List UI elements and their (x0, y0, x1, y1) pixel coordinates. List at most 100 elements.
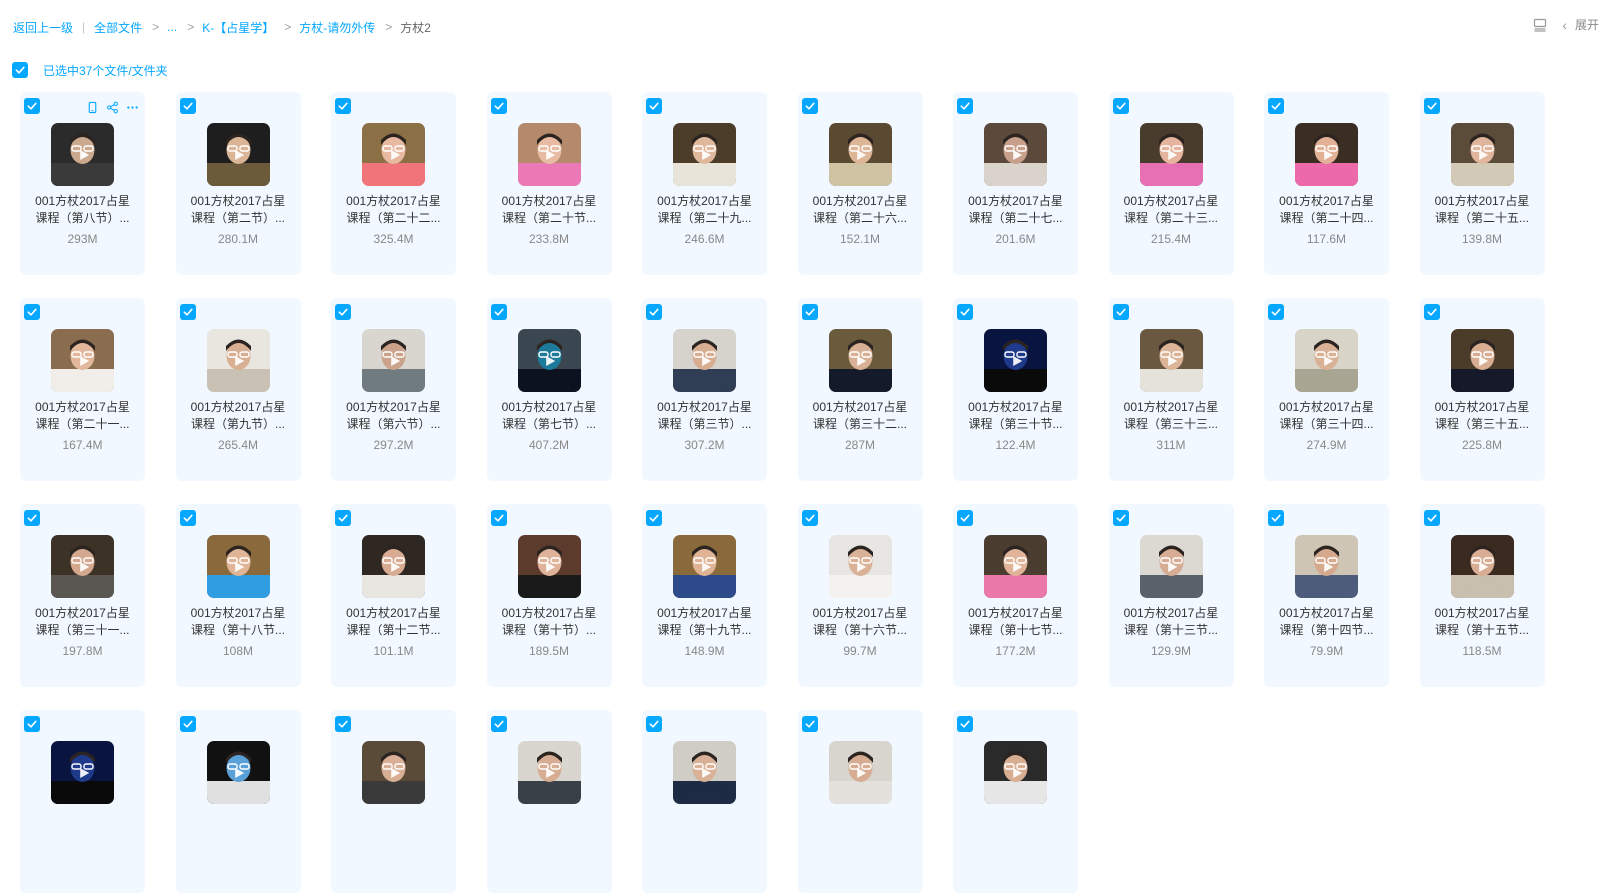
file-card[interactable]: 001方杖2017占星 课程（第二节）... 280.1M (175, 92, 301, 275)
file-card[interactable]: 001方杖2017占星 课程（第二十节... 233.8M (486, 92, 612, 275)
file-card[interactable]: 001方杖2017占星 课程（第三十四... 274.9M (1264, 298, 1389, 481)
file-card[interactable]: 001方杖2017占星 课程（第三十五... 225.8M (1419, 298, 1545, 481)
file-checkbox[interactable] (490, 510, 507, 526)
file-checkbox[interactable] (490, 98, 507, 114)
file-checkbox[interactable] (179, 304, 196, 320)
file-checkbox[interactable] (957, 716, 973, 732)
file-card[interactable] (642, 710, 767, 893)
file-card[interactable]: 001方杖2017占星 课程（第十节）... 189.5M (486, 504, 612, 687)
file-card[interactable]: 001方杖2017占星 课程（第十九节... 148.9M (642, 504, 767, 687)
breadcrumb-all-files[interactable]: 全部文件 (94, 19, 142, 36)
file-card[interactable]: 001方杖2017占星 课程（第七节）... 407.2M (486, 298, 612, 481)
file-card[interactable]: 001方杖2017占星 课程（第二十七... 201.6M (953, 92, 1078, 275)
file-card[interactable]: 001方杖2017占星 课程（第十六节... 99.7M (797, 504, 923, 687)
file-card[interactable]: 001方杖2017占星 课程（第三十二... 287M (797, 298, 923, 481)
file-name-line: 001方杖2017占星 (1123, 400, 1219, 414)
file-checkbox[interactable] (490, 716, 507, 732)
check-icon (27, 514, 37, 522)
expand-button[interactable]: ‹ 展开 (1562, 16, 1599, 33)
file-checkbox[interactable] (801, 716, 818, 732)
file-card[interactable] (331, 710, 456, 893)
file-card[interactable]: 001方杖2017占星 课程（第二十二... 325.4M (331, 92, 456, 275)
file-checkbox[interactable] (24, 304, 40, 320)
file-size: 311M (1156, 438, 1186, 452)
file-card[interactable]: 001方杖2017占星 课程（第二十九... 246.6M (642, 92, 767, 275)
more-icon[interactable] (125, 100, 139, 114)
file-card[interactable]: 001方杖2017占星 课程（第十八节... 108M (175, 504, 301, 687)
file-card[interactable] (175, 710, 301, 893)
file-size: 215.4M (1150, 232, 1192, 246)
file-checkbox[interactable] (957, 98, 973, 114)
file-checkbox[interactable] (646, 98, 662, 114)
file-checkbox[interactable] (1268, 510, 1284, 526)
breadcrumb-astrology[interactable]: K-【占星学】 (202, 19, 274, 36)
file-card[interactable]: 001方杖2017占星 课程（第二十三... 215.4M (1108, 92, 1234, 275)
video-thumbnail (1450, 123, 1514, 186)
file-checkbox[interactable] (1423, 510, 1440, 526)
play-icon (701, 561, 711, 572)
file-checkbox[interactable] (646, 304, 662, 320)
file-card[interactable]: 001方杖2017占星 课程（第十四节... 79.9M (1264, 504, 1389, 687)
file-card[interactable]: 001方杖2017占星 课程（第十五节... 118.5M (1419, 504, 1545, 687)
video-thumbnail (984, 741, 1047, 804)
phone-icon[interactable] (85, 100, 99, 114)
video-thumbnail (984, 123, 1047, 186)
file-checkbox[interactable] (1112, 510, 1129, 526)
file-card[interactable] (20, 710, 145, 893)
file-card[interactable] (486, 710, 612, 893)
file-checkbox[interactable] (24, 98, 40, 114)
file-checkbox[interactable] (179, 716, 196, 732)
file-card[interactable]: 001方杖2017占星 课程（第十二节... 101.1M (331, 504, 456, 687)
file-checkbox[interactable] (1268, 304, 1284, 320)
file-card[interactable]: 001方杖2017占星 课程（第十七节... 177.2M (953, 504, 1078, 687)
file-checkbox[interactable] (957, 304, 973, 320)
file-card[interactable]: 001方杖2017占星 课程（第八节）... 293M (20, 92, 145, 275)
file-checkbox[interactable] (957, 510, 973, 526)
file-checkbox[interactable] (1423, 98, 1440, 114)
file-card[interactable]: 001方杖2017占星 课程（第三十节... 122.4M (953, 298, 1078, 481)
check-icon (1427, 308, 1437, 316)
play-icon (1479, 355, 1489, 366)
file-card[interactable] (797, 710, 923, 893)
play-icon (546, 355, 556, 366)
file-checkbox[interactable] (24, 716, 40, 732)
file-card[interactable]: 001方杖2017占星 课程（第三十一... 197.8M (20, 504, 145, 687)
file-checkbox[interactable] (646, 510, 662, 526)
file-card[interactable]: 001方杖2017占星 课程（第十三节... 129.9M (1108, 504, 1234, 687)
file-checkbox[interactable] (179, 98, 196, 114)
file-checkbox[interactable] (335, 510, 351, 526)
file-checkbox[interactable] (1423, 304, 1440, 320)
file-checkbox[interactable] (801, 510, 818, 526)
file-card[interactable]: 001方杖2017占星 课程（第六节）... 297.2M (331, 298, 456, 481)
file-card[interactable]: 001方杖2017占星 课程（第三十三... 311M (1108, 298, 1234, 481)
file-checkbox[interactable] (490, 304, 507, 320)
share-icon[interactable] (105, 100, 119, 114)
file-name-line: 001方杖2017占星 (346, 606, 441, 620)
file-card[interactable]: 001方杖2017占星 课程（第二十一... 167.4M (20, 298, 145, 481)
file-checkbox[interactable] (179, 510, 196, 526)
video-thumbnail (517, 535, 581, 598)
file-card[interactable]: 001方杖2017占星 课程（第二十六... 152.1M (797, 92, 923, 275)
file-checkbox[interactable] (1112, 98, 1129, 114)
file-checkbox[interactable] (335, 716, 351, 732)
video-thumbnail (206, 741, 270, 804)
file-card[interactable] (953, 710, 1078, 893)
file-card[interactable]: 001方杖2017占星 课程（第三节）... 307.2M (642, 298, 767, 481)
file-checkbox[interactable] (335, 304, 351, 320)
file-card[interactable]: 001方杖2017占星 课程（第二十四... 117.6M (1264, 92, 1389, 275)
breadcrumb-fangzhang[interactable]: 方杖-请勿外传 (299, 19, 375, 36)
video-thumbnail (673, 123, 736, 186)
select-all-checkbox[interactable] (12, 62, 28, 78)
file-checkbox[interactable] (801, 304, 818, 320)
file-checkbox[interactable] (1268, 98, 1284, 114)
file-checkbox[interactable] (24, 510, 40, 526)
file-checkbox[interactable] (646, 716, 662, 732)
file-checkbox[interactable] (1112, 304, 1129, 320)
file-checkbox[interactable] (801, 98, 818, 114)
list-view-icon[interactable] (1532, 17, 1548, 33)
file-checkbox[interactable] (335, 98, 351, 114)
file-card[interactable]: 001方杖2017占星 课程（第二十五... 139.8M (1419, 92, 1545, 275)
back-link[interactable]: 返回上一级 (13, 19, 73, 36)
breadcrumb-ellipsis[interactable]: ... (167, 20, 177, 34)
file-card[interactable]: 001方杖2017占星 课程（第九节）... 265.4M (175, 298, 301, 481)
